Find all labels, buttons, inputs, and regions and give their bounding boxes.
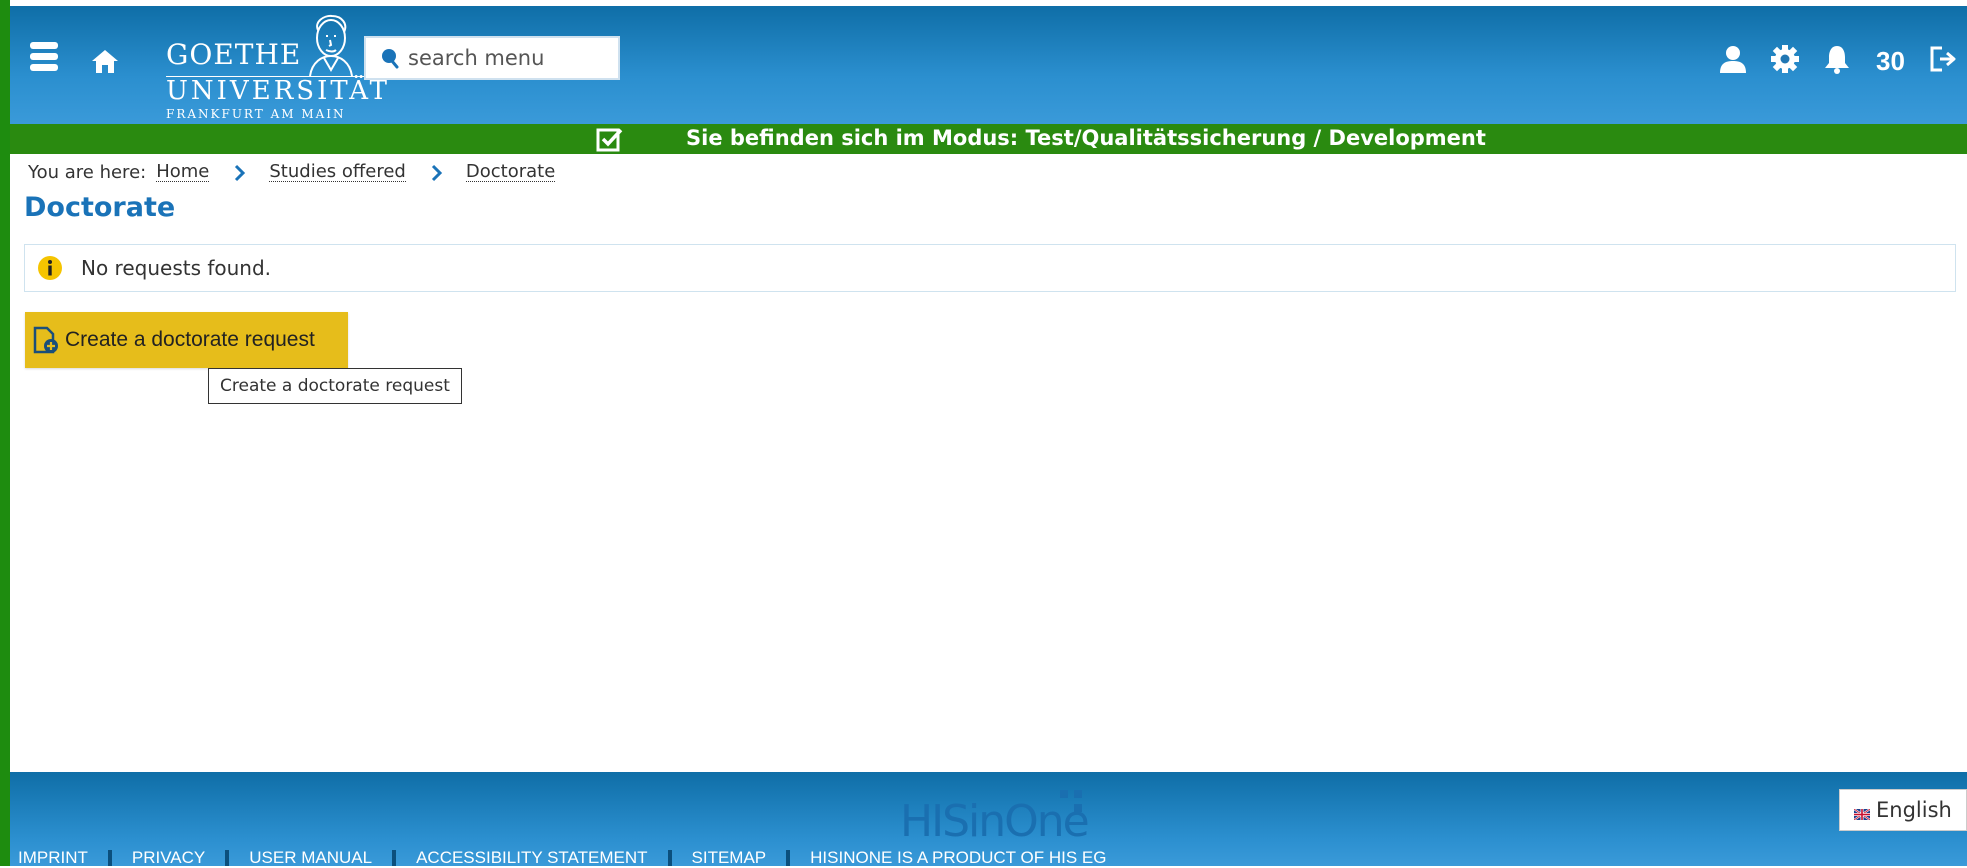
tooltip: Create a doctorate request (208, 368, 462, 404)
breadcrumb-studies-offered[interactable]: Studies offered (269, 163, 406, 182)
header: GOETHE UNIVERSITÄT FRANKFURT AM MAIN sea… (10, 6, 1967, 124)
footer-separator (667, 850, 672, 866)
breadcrumb-doctorate[interactable]: Doctorate (465, 163, 556, 182)
add-document-icon (33, 326, 59, 354)
footer-separator (392, 850, 397, 866)
uk-flag-icon (1853, 805, 1871, 821)
breadcrumb-home[interactable]: Home (156, 163, 210, 182)
chevron-right-icon (227, 164, 251, 182)
footer-link-user-manual[interactable]: USER MANUAL (249, 848, 372, 868)
hisinone-dots-icon (1060, 790, 1088, 824)
user-icon[interactable] (1718, 44, 1748, 78)
info-message: No requests found. (81, 256, 272, 280)
notifications-button[interactable] (1822, 44, 1852, 78)
breadcrumb: You are here: Home Studies offered Docto… (28, 162, 556, 183)
page-title: Doctorate (24, 192, 176, 223)
language-label: English (1876, 798, 1952, 822)
footer-link-accessibility[interactable]: ACCESSIBILITY STATEMENT (416, 848, 647, 868)
home-icon[interactable] (90, 46, 120, 76)
footer-link-sitemap[interactable]: SITEMAP (692, 848, 767, 868)
checkbox-icon (596, 126, 624, 152)
footer-link-his-eg[interactable]: HISINONE IS A PRODUCT OF HIS EG (810, 848, 1106, 868)
goethe-portrait-icon (296, 12, 366, 78)
chevron-right-icon (424, 164, 448, 182)
settings-button[interactable] (1770, 44, 1800, 78)
info-icon (37, 255, 63, 281)
info-message-box: No requests found. (24, 244, 1956, 292)
logo-line3: FRANKFURT AM MAIN (166, 107, 346, 121)
mode-bar: Sie befinden sich im Modus: Test/Qualitä… (10, 124, 1967, 154)
menu-icon[interactable] (30, 42, 58, 76)
footer-separator (225, 850, 230, 866)
footer-separator (107, 850, 112, 866)
logo-line2: UNIVERSITÄT (166, 76, 390, 106)
search-box[interactable] (364, 36, 620, 80)
search-icon (378, 47, 400, 69)
footer-link-imprint[interactable]: IMPRINT (18, 848, 88, 868)
footer-separator (786, 850, 791, 866)
create-button-label: Create a doctorate request (65, 328, 315, 351)
footer-links: IMPRINT PRIVACY USER MANUAL ACCESSIBILIT… (18, 848, 1106, 868)
breadcrumb-prefix: You are here: (28, 162, 147, 183)
create-doctorate-request-button[interactable]: Create a doctorate request (25, 312, 348, 368)
bell-icon[interactable] (1822, 44, 1852, 78)
gear-icon[interactable] (1770, 44, 1800, 78)
search-input[interactable] (408, 46, 608, 70)
mode-text: Sie befinden sich im Modus: Test/Qualitä… (686, 126, 1486, 150)
logo-line1: GOETHE (166, 38, 302, 71)
university-logo[interactable]: GOETHE UNIVERSITÄT FRANKFURT AM MAIN (156, 12, 387, 121)
user-button[interactable] (1718, 44, 1748, 78)
logout-icon[interactable] (1928, 44, 1958, 78)
logout-button[interactable] (1928, 44, 1958, 78)
left-border (0, 0, 10, 866)
footer: HISinOne English IMPRINT PRIVACY USER MA… (10, 772, 1967, 868)
language-selector[interactable]: English (1839, 789, 1967, 831)
notification-count[interactable]: 30 (1876, 46, 1905, 77)
footer-link-privacy[interactable]: PRIVACY (132, 848, 205, 868)
